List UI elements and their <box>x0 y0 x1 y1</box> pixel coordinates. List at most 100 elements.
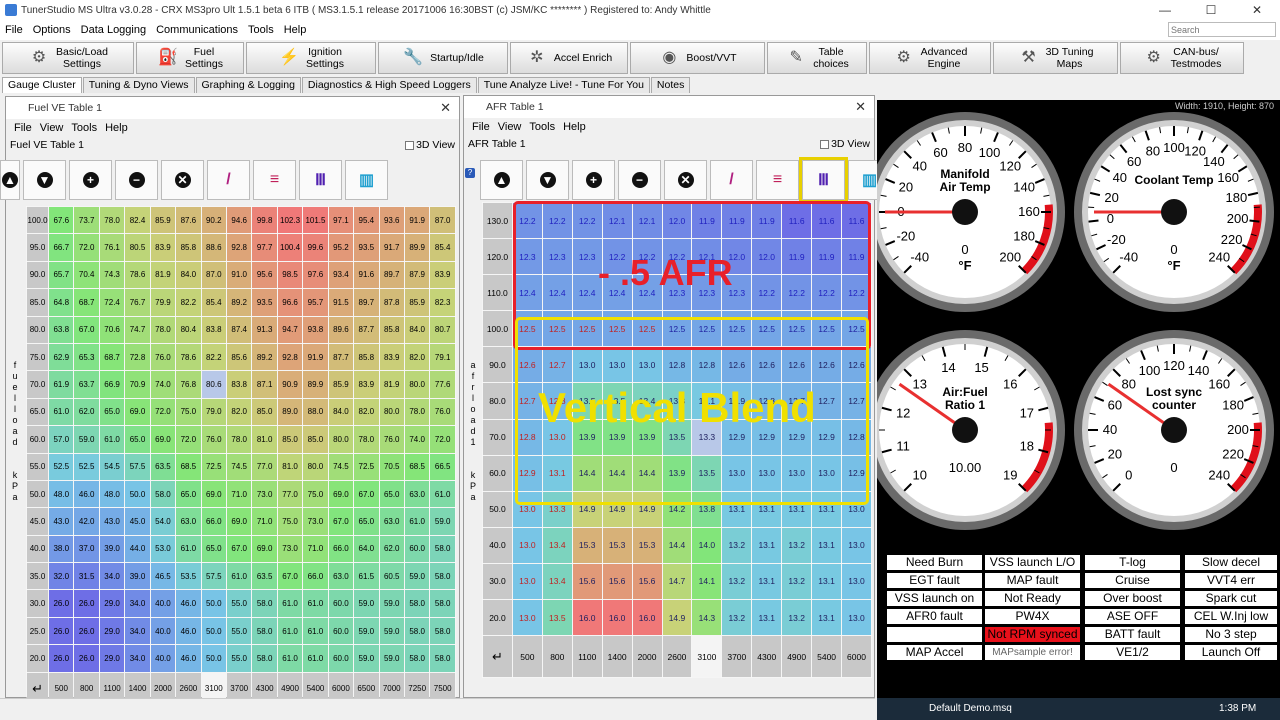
y-axis-cell[interactable]: 70.0 <box>482 418 513 456</box>
table-cell[interactable]: 72.5 <box>200 452 227 481</box>
table-cell[interactable]: 93.5 <box>251 288 278 317</box>
toolbar-btn-4[interactable]: ✲ Accel Enrich <box>510 42 628 74</box>
table-cell[interactable]: 91.9 <box>403 205 431 235</box>
table-cell[interactable]: 50.0 <box>124 479 151 509</box>
minimize-button[interactable]: — <box>1142 0 1188 20</box>
table-cell[interactable]: 61.0 <box>429 479 456 509</box>
table-cell[interactable]: 26.0 <box>48 616 75 646</box>
table-cell[interactable]: 13.0 <box>511 526 543 564</box>
table-cell[interactable]: 66.5 <box>429 452 456 481</box>
table-cell[interactable]: 66.0 <box>302 562 329 591</box>
table-cell[interactable]: 83.9 <box>353 370 380 399</box>
table-cell[interactable]: 61.0 <box>403 507 431 536</box>
table-cell[interactable]: 39.0 <box>98 534 126 564</box>
table-cell[interactable]: 74.7 <box>124 315 151 344</box>
table-cell[interactable]: 85.0 <box>302 425 329 454</box>
table-cell[interactable]: 46.0 <box>175 616 202 646</box>
table-cell[interactable]: 81.9 <box>149 260 177 290</box>
table-cell[interactable]: 66.9 <box>98 370 126 399</box>
table-cell[interactable]: 58.0 <box>251 616 278 646</box>
table-cell[interactable]: 101.5 <box>302 205 329 235</box>
table-cell[interactable]: 40.0 <box>149 644 177 673</box>
table-cell[interactable]: 67.0 <box>73 315 100 344</box>
table-cell[interactable]: 83.9 <box>149 233 177 262</box>
menu-tools[interactable]: Tools <box>243 24 279 36</box>
table-cell[interactable]: 58.0 <box>403 616 431 646</box>
table-cell[interactable]: 63.7 <box>73 370 100 399</box>
ve-menu-tools[interactable]: Tools <box>67 122 101 134</box>
table-cell[interactable]: 15.6 <box>631 562 663 601</box>
table-cell[interactable]: 65.0 <box>353 507 380 536</box>
table-cell[interactable]: 14.7 <box>661 562 693 601</box>
y-axis-cell[interactable]: 30.0 <box>25 589 50 618</box>
table-cell[interactable]: 68.7 <box>73 288 100 317</box>
table-cell[interactable]: 48.0 <box>98 479 126 509</box>
table-cell[interactable]: 78.0 <box>353 425 380 454</box>
table-cell[interactable]: 92.8 <box>276 342 304 372</box>
table-cell[interactable]: 65.0 <box>200 534 227 564</box>
table-cell[interactable]: 59.0 <box>353 644 380 673</box>
table-cell[interactable]: 78.0 <box>403 397 431 427</box>
table-cell[interactable]: 89.7 <box>378 260 405 290</box>
table-cell[interactable]: 79.9 <box>149 288 177 317</box>
table-cell[interactable]: 80.0 <box>378 397 405 427</box>
x-axis-cell[interactable]: 800 <box>541 635 573 679</box>
table-cell[interactable]: 75.0 <box>276 507 304 536</box>
table-cell[interactable]: 29.0 <box>98 616 126 646</box>
corner-arrow-icon[interactable]: ↵ <box>482 635 513 679</box>
table-cell[interactable]: 84.0 <box>175 260 202 290</box>
table-cell[interactable]: 89.0 <box>276 397 304 427</box>
tab-3[interactable]: Diagnostics & High Speed Loggers <box>301 77 477 93</box>
table-cell[interactable]: 13.2 <box>781 526 813 564</box>
table-cell[interactable]: 61.0 <box>276 616 304 646</box>
table-cell[interactable]: 94.7 <box>276 315 304 344</box>
table-cell[interactable]: 65.0 <box>175 479 202 509</box>
y-axis-cell[interactable]: 55.0 <box>25 452 50 481</box>
table-cell[interactable]: 57.0 <box>48 425 75 454</box>
table-cell[interactable]: 85.4 <box>200 288 227 317</box>
table-cell[interactable]: 61.0 <box>302 644 329 673</box>
table-cell[interactable]: 79.1 <box>429 342 456 372</box>
table-cell[interactable]: 76.1 <box>98 233 126 262</box>
table-cell[interactable]: 31.5 <box>73 562 100 591</box>
table-cell[interactable]: 53.0 <box>149 534 177 564</box>
table-cell[interactable]: 59.0 <box>378 589 405 618</box>
table-cell[interactable]: 59.0 <box>429 507 456 536</box>
y-axis-cell[interactable]: 30.0 <box>482 562 513 601</box>
table-cell[interactable]: 69.0 <box>149 425 177 454</box>
tab-4[interactable]: Tune Analyze Live! - Tune For You <box>477 77 650 93</box>
table-cell[interactable]: 82.0 <box>353 397 380 427</box>
table-cell[interactable]: 34.0 <box>124 589 151 618</box>
table-cell[interactable]: 89.9 <box>403 233 431 262</box>
y-axis-cell[interactable]: 100.0 <box>25 205 50 235</box>
table-cell[interactable]: 95.7 <box>302 288 329 317</box>
table-cell[interactable]: 76.0 <box>200 425 227 454</box>
table-cell[interactable]: 14.3 <box>691 599 723 637</box>
toolbar-btn-1[interactable]: ⛽ Fuel Settings <box>136 42 244 74</box>
afr-tb-vertical-blend-icon[interactable]: Ⅲ <box>799 157 848 203</box>
toolbar-btn-6[interactable]: ✎ Table choices <box>767 42 867 74</box>
table-cell[interactable]: 13.5 <box>541 599 573 637</box>
x-axis-cell[interactable]: 2600 <box>661 635 693 679</box>
table-cell[interactable]: 61.0 <box>302 616 329 646</box>
afr-menu-view[interactable]: View <box>494 121 526 133</box>
table-cell[interactable]: 40.0 <box>149 589 177 618</box>
afr-tb-interpolate-icon[interactable]: / <box>710 160 753 200</box>
x-axis-cell[interactable]: 500 <box>511 635 543 679</box>
table-cell[interactable]: 15.6 <box>571 562 603 601</box>
table-cell[interactable]: 26.0 <box>48 644 75 673</box>
y-axis-cell[interactable]: 60.0 <box>482 454 513 492</box>
table-cell[interactable]: 67.0 <box>353 479 380 509</box>
table-cell[interactable]: 67.6 <box>48 205 75 235</box>
table-cell[interactable]: 91.5 <box>327 288 355 317</box>
maximize-button[interactable]: ☐ <box>1188 0 1234 20</box>
table-cell[interactable]: 72.5 <box>353 452 380 481</box>
table-cell[interactable]: 68.5 <box>175 452 202 481</box>
table-cell[interactable]: 59.0 <box>353 616 380 646</box>
table-cell[interactable]: 72.0 <box>149 397 177 427</box>
y-axis-cell[interactable]: 90.0 <box>25 260 50 290</box>
table-cell[interactable]: 85.9 <box>327 370 355 399</box>
table-cell[interactable]: 14.0 <box>691 526 723 564</box>
table-cell[interactable]: 42.0 <box>73 507 100 536</box>
table-cell[interactable]: 90.9 <box>276 370 304 399</box>
